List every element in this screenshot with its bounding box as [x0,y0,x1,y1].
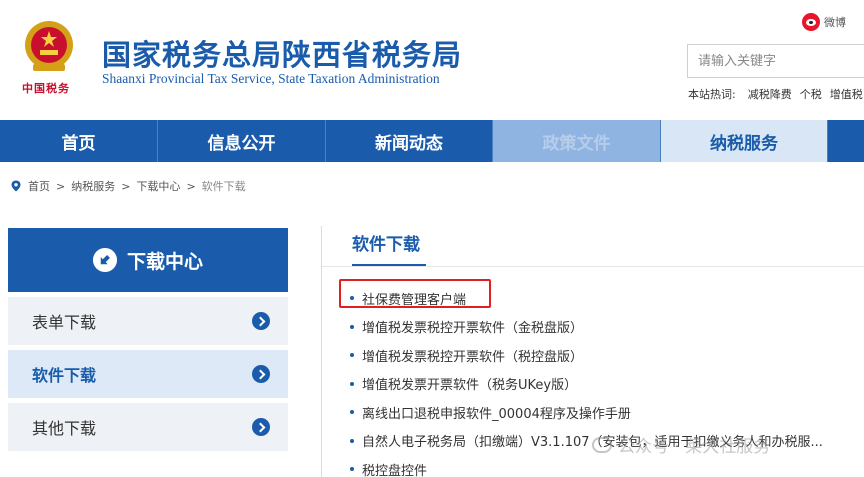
brand-tag: 中国税务 [22,82,70,95]
list-item-label: 税控盘控件 [362,463,428,477]
breadcrumb-separator: > [121,179,131,193]
search-box[interactable] [687,44,864,78]
site-header: 中国税务 国家税务总局陕西省税务局 Shaanxi Provincial Tax… [0,0,864,120]
list-item-label: 增值税发票开票软件（税务UKey版） [362,378,578,394]
sidebar-item-other[interactable]: 其他下载 [8,403,288,451]
bullet-icon [350,467,354,472]
nav-item-home[interactable]: 首页 [0,120,158,162]
breadcrumb-separator: > [56,179,66,193]
breadcrumb-separator: > [186,179,196,193]
list-item-label: 增值税发票税控开票软件（金税盘版） [362,321,584,337]
column-divider [321,226,322,477]
sidebar-title: 下载中心 [126,250,203,273]
breadcrumb-download-center[interactable]: 下载中心 [136,178,180,194]
chevron-right-icon [252,365,270,383]
nav-item-policy[interactable]: 政策文件 [493,120,661,162]
highlight-annotation [339,279,491,308]
list-item[interactable]: 增值税发票开票软件（税务UKey版） [350,370,823,399]
bullet-icon [350,381,354,386]
download-center-icon [92,248,117,272]
chevron-right-icon [252,418,270,436]
weibo-label: 微博 [824,16,846,29]
wechat-icon [592,436,612,453]
list-item[interactable]: 离线出口退税申报软件_00004程序及操作手册 [350,398,823,427]
site-subtitle: Shaanxi Provincial Tax Service, State Ta… [102,71,440,86]
bullet-icon [350,324,354,329]
hot-words-label: 本站热词: [688,88,736,101]
main-nav: 首页 信息公开 新闻动态 政策文件 纳税服务 [0,120,864,162]
section-rule [322,266,864,267]
hot-word[interactable]: 增值税 [830,86,863,102]
bullet-icon [350,353,354,358]
bullet-icon [350,438,354,443]
hot-word[interactable]: 减税降费 [748,86,792,102]
list-item[interactable]: 税控盘控件 [350,455,823,477]
nav-item-info[interactable]: 信息公开 [158,120,326,162]
national-emblem-icon [25,21,73,71]
site-title[interactable]: 国家税务总局陕西省税务局 [102,32,462,74]
weibo-icon [802,13,820,31]
sidebar-item-label: 表单下载 [32,313,97,332]
sidebar-item-label: 软件下载 [32,366,97,385]
hot-word[interactable]: 个税 [800,86,822,102]
sidebar-item-label: 其他下载 [32,419,97,438]
search-input[interactable] [688,45,864,77]
list-item[interactable]: 增值税发票税控开票软件（税控盘版） [350,341,823,370]
breadcrumb-service[interactable]: 纳税服务 [71,178,115,194]
list-item-label: 增值税发票税控开票软件（税控盘版） [362,349,584,365]
hot-words: 本站热词: 减税降费 个税 增值税 [688,86,863,102]
watermark-text: 公众号 · 莱大社服务 [618,437,771,457]
breadcrumb: 首页 > 纳税服务 > 下载中心 > 软件下载 [10,178,246,194]
bullet-icon [350,410,354,415]
nav-item-service[interactable]: 纳税服务 [661,120,828,162]
list-item-label: 离线出口退税申报软件_00004程序及操作手册 [362,406,631,422]
section-title: 软件下载 [352,235,420,255]
breadcrumb-home[interactable]: 首页 [28,178,50,194]
location-pin-icon [11,180,21,192]
nav-item-more[interactable] [828,120,864,162]
chevron-right-icon [252,312,270,330]
sidebar-item-software[interactable]: 软件下载 [8,350,288,398]
sidebar-header: 下载中心 [8,228,288,292]
nav-item-news[interactable]: 新闻动态 [326,120,493,162]
list-item[interactable]: 增值税发票税控开票软件（金税盘版） [350,313,823,342]
sidebar: 下载中心 表单下载 软件下载 其他下载 [8,228,288,451]
watermark: 公众号 · 莱大社服务 [592,432,770,457]
sidebar-item-forms[interactable]: 表单下载 [8,297,288,345]
breadcrumb-current: 软件下载 [201,180,246,193]
weibo-link[interactable]: 微博 [802,13,846,31]
